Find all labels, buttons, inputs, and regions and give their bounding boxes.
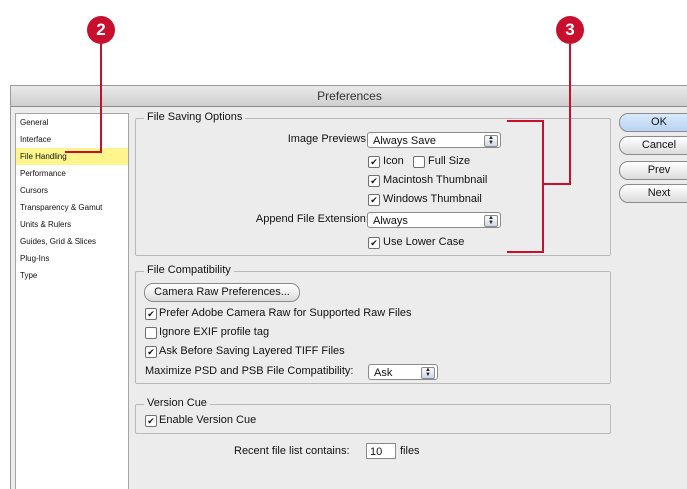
enable-version-cue-checkbox[interactable]: ✔ [145,415,157,427]
image-previews-value: Always Save [373,135,436,147]
popup-arrows-icon: ▲ ▼ [421,367,435,379]
file-saving-options-group: File Saving Options Image Previews: Alwa… [135,111,611,256]
file-saving-options-title: File Saving Options [144,111,246,123]
bracket-top [507,120,544,122]
preferences-sidebar: General Interface File Handling Performa… [15,113,129,489]
maximize-compatibility-select[interactable]: Ask ▲ ▼ [368,364,438,380]
version-cue-group: Version Cue ✔ Enable Version Cue [135,397,611,434]
use-lower-case-checkbox[interactable]: ✔ [368,237,380,249]
version-cue-title: Version Cue [144,397,210,409]
maximize-compatibility-value: Ask [374,367,393,379]
ask-layered-tiff-label: Ask Before Saving Layered TIFF Files [159,345,345,357]
next-button[interactable]: Next [619,184,687,203]
callout-3-line [569,44,571,184]
image-previews-label: Image Previews: [287,133,369,145]
sidebar-item-cursors[interactable]: Cursors [16,182,128,199]
full-size-label: Full Size [428,155,471,167]
ask-layered-tiff-checkbox[interactable]: ✔ [145,346,157,358]
callout-2-line-h [65,151,102,153]
bracket-vertical [542,120,544,253]
append-file-extension-label: Append File Extension: [255,213,369,225]
icon-checkbox[interactable]: ✔ [368,156,380,168]
callout-3-line-h [544,183,571,185]
image-previews-select[interactable]: Always Save ▲ ▼ [367,132,501,148]
preferences-window: Preferences General Interface File Handl… [10,85,687,489]
sidebar-item-general[interactable]: General [16,114,128,131]
ignore-exif-label: Ignore EXIF profile tag [159,326,270,338]
camera-raw-preferences-button[interactable]: Camera Raw Preferences... [144,283,300,302]
windows-thumbnail-label: Windows Thumbnail [383,193,482,205]
file-compatibility-title: File Compatibility [144,264,234,276]
sidebar-item-performance[interactable]: Performance [16,165,128,182]
callout-2-line [100,44,102,152]
maximize-compatibility-label: Maximize PSD and PSB File Compatibility: [145,365,354,377]
window-title: Preferences [11,86,687,107]
enable-version-cue-label: Enable Version Cue [159,414,257,426]
sidebar-item-plug-ins[interactable]: Plug-Ins [16,250,128,267]
append-file-extension-select[interactable]: Always ▲ ▼ [367,212,501,228]
recent-file-suffix: files [400,445,420,457]
prefer-camera-raw-checkbox[interactable]: ✔ [145,308,157,320]
full-size-checkbox[interactable] [413,156,425,168]
sidebar-item-interface[interactable]: Interface [16,131,128,148]
sidebar-item-units-rulers[interactable]: Units & Rulers [16,216,128,233]
ok-button[interactable]: OK [619,113,687,132]
popup-arrows-icon: ▲ ▼ [484,215,498,227]
use-lower-case-label: Use Lower Case [383,236,465,248]
prefer-camera-raw-label: Prefer Adobe Camera Raw for Supported Ra… [159,307,412,319]
popup-arrows-icon: ▲ ▼ [484,135,498,147]
ignore-exif-checkbox[interactable] [145,327,157,339]
append-file-extension-value: Always [373,215,408,227]
prev-button[interactable]: Prev [619,161,687,180]
macintosh-thumbnail-checkbox[interactable]: ✔ [368,175,380,187]
cancel-button[interactable]: Cancel [619,136,687,155]
sidebar-item-guides-grid-slices[interactable]: Guides, Grid & Slices [16,233,128,250]
icon-label: Icon [383,155,404,167]
callout-3: 3 [556,16,584,44]
windows-thumbnail-checkbox[interactable]: ✔ [368,194,380,206]
sidebar-item-type[interactable]: Type [16,267,128,284]
macintosh-thumbnail-label: Macintosh Thumbnail [383,174,488,186]
sidebar-item-transparency-gamut[interactable]: Transparency & Gamut [16,199,128,216]
recent-file-count-field[interactable]: 10 [366,443,396,459]
callout-2: 2 [87,16,115,44]
recent-file-list-label: Recent file list contains: [234,445,350,457]
file-compatibility-group: File Compatibility Camera Raw Preference… [135,264,611,384]
bracket-bottom [507,251,544,253]
